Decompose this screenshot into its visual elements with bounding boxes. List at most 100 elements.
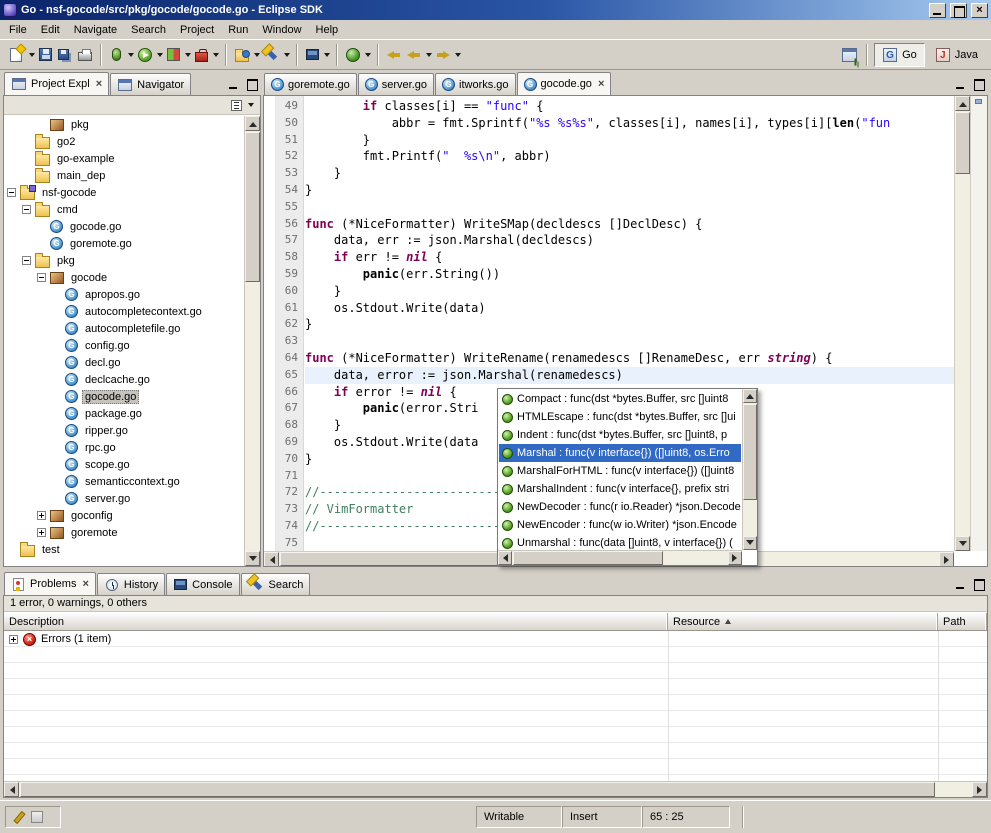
fast-view-icon[interactable] [13, 811, 25, 823]
view-tab-problems[interactable]: Problems× [4, 572, 96, 595]
scroll-thumb[interactable] [743, 404, 757, 500]
title-bar[interactable]: Go - nsf-gocode/src/pkg/gocode/gocode.go… [0, 0, 991, 20]
scroll-thumb[interactable] [513, 551, 663, 565]
line-number-ruler[interactable]: 4950515253545556575859606162636465666768… [276, 96, 304, 551]
tree-item-go-example[interactable]: go-example [4, 150, 244, 167]
completion-item[interactable]: Unmarshal : func(data []uint8, v interfa… [499, 534, 741, 550]
tree-item-goconfig[interactable]: goconfig [4, 507, 244, 524]
project-tree[interactable]: pkggo2go-examplemain_depnsf-gocodecmdgoc… [4, 116, 244, 566]
scroll-down-button[interactable] [245, 551, 260, 566]
menu-window[interactable]: Window [255, 22, 308, 38]
problems-horizontal-scrollbar[interactable] [4, 781, 987, 797]
view-menu-button[interactable] [248, 103, 254, 107]
maximize-view-button[interactable] [971, 577, 986, 591]
external-tools-dropdown-arrow[interactable] [211, 44, 220, 66]
completion-item[interactable]: HTMLEscape : func(dst *bytes.Buffer, src… [499, 408, 741, 426]
print-button[interactable] [75, 46, 95, 63]
scroll-thumb[interactable] [955, 112, 970, 174]
coverage-dropdown-arrow[interactable] [183, 44, 192, 66]
run-dropdown-arrow[interactable] [155, 44, 164, 66]
new-dropdown-arrow[interactable] [27, 44, 36, 66]
tree-item-nsf-gocode[interactable]: nsf-gocode [4, 184, 244, 201]
scroll-left-button[interactable] [4, 782, 19, 797]
scroll-right-button[interactable] [972, 782, 987, 797]
save-button[interactable] [36, 45, 55, 64]
last-edit-location-button[interactable] [384, 45, 404, 65]
scroll-right-button[interactable] [939, 552, 954, 567]
overview-marker[interactable] [975, 99, 982, 104]
minimize-view-button[interactable] [226, 77, 241, 91]
tree-item-go2[interactable]: go2 [4, 133, 244, 150]
scroll-down-button[interactable] [743, 536, 757, 550]
tree-item-ripper-go[interactable]: ripper.go [4, 422, 244, 439]
run-button[interactable] [135, 45, 155, 65]
tree-item-test[interactable]: test [4, 541, 244, 558]
collapse-icon[interactable] [37, 273, 46, 282]
back-dropdown-arrow[interactable] [424, 44, 433, 66]
perspective-java-button[interactable]: Java [927, 43, 986, 67]
debug-dropdown-arrow[interactable] [126, 44, 135, 66]
menu-project[interactable]: Project [173, 22, 221, 38]
menu-file[interactable]: File [2, 22, 34, 38]
scroll-down-button[interactable] [955, 536, 970, 551]
column-header-description[interactable]: Description [4, 613, 668, 630]
back-button[interactable] [404, 45, 424, 65]
new-go-wizard-button[interactable] [232, 46, 252, 64]
new-java-class-button[interactable] [343, 45, 363, 65]
tree-item-autocompletecontext-go[interactable]: autocompletecontext.go [4, 303, 244, 320]
search-button[interactable] [261, 45, 282, 64]
save-all-button[interactable] [55, 46, 75, 63]
editor-tab-goremote-go[interactable]: goremote.go [264, 73, 357, 95]
annotation-ruler[interactable] [264, 96, 276, 551]
tree-item-scope-go[interactable]: scope.go [4, 456, 244, 473]
scroll-right-button[interactable] [728, 551, 742, 565]
tree-item-apropos-go[interactable]: apropos.go [4, 286, 244, 303]
completion-item[interactable]: Compact : func(dst *bytes.Buffer, src []… [499, 390, 741, 408]
external-tools-button[interactable] [192, 46, 211, 64]
menu-search[interactable]: Search [124, 22, 173, 38]
open-console-button[interactable] [303, 45, 322, 64]
forward-dropdown-arrow[interactable] [453, 44, 462, 66]
tree-item-server-go[interactable]: server.go [4, 490, 244, 507]
search-dropdown-arrow[interactable] [282, 44, 291, 66]
collapse-icon[interactable] [22, 205, 31, 214]
close-window-button[interactable]: × [971, 3, 988, 18]
completion-item[interactable]: NewEncoder : func(w io.Writer) *json.Enc… [499, 516, 741, 534]
expand-icon[interactable] [37, 528, 46, 537]
minimize-window-button[interactable] [929, 3, 946, 18]
menu-edit[interactable]: Edit [34, 22, 67, 38]
tree-item-pkg[interactable]: pkg [4, 116, 244, 133]
tree-item-gocode[interactable]: gocode [4, 269, 244, 286]
selection-mode-icon[interactable] [31, 811, 43, 823]
collapse-icon[interactable] [22, 256, 31, 265]
close-tab-icon[interactable]: × [96, 78, 102, 90]
scroll-up-button[interactable] [245, 116, 260, 131]
tree-item-decl-go[interactable]: decl.go [4, 354, 244, 371]
view-tab-history[interactable]: History [97, 573, 165, 595]
scroll-thumb[interactable] [20, 782, 935, 797]
scroll-thumb[interactable] [245, 132, 260, 282]
tree-item-goremote[interactable]: goremote [4, 524, 244, 541]
scroll-up-button[interactable] [743, 389, 757, 403]
open-perspective-button[interactable] [839, 45, 860, 65]
editor-tab-itworks-go[interactable]: itworks.go [435, 73, 516, 95]
maximize-editor-button[interactable] [971, 77, 986, 91]
scroll-left-button[interactable] [264, 552, 279, 567]
completion-item[interactable]: Indent : func(dst *bytes.Buffer, src []u… [499, 426, 741, 444]
completion-item[interactable]: Marshal : func(v interface{}) ([]uint8, … [499, 444, 741, 462]
maximize-view-button[interactable] [244, 77, 259, 91]
popup-vertical-scrollbar[interactable] [742, 389, 757, 550]
expand-icon[interactable] [37, 511, 46, 520]
view-tab-console[interactable]: Console [166, 573, 239, 595]
tree-item-gocode-go[interactable]: gocode.go [4, 218, 244, 235]
editor-tab-server-go[interactable]: server.go [358, 73, 434, 95]
maximize-window-button[interactable] [950, 3, 967, 18]
tree-item-main-dep[interactable]: main_dep [4, 167, 244, 184]
collapse-icon[interactable] [7, 188, 16, 197]
view-tab-navigator[interactable]: Navigator [110, 73, 191, 95]
new-java-class-dropdown-arrow[interactable] [363, 44, 372, 66]
menu-run[interactable]: Run [221, 22, 255, 38]
tree-scrollbar[interactable] [244, 116, 260, 566]
minimize-view-button[interactable] [953, 577, 968, 591]
tree-item-gocode-go[interactable]: gocode.go [4, 388, 244, 405]
